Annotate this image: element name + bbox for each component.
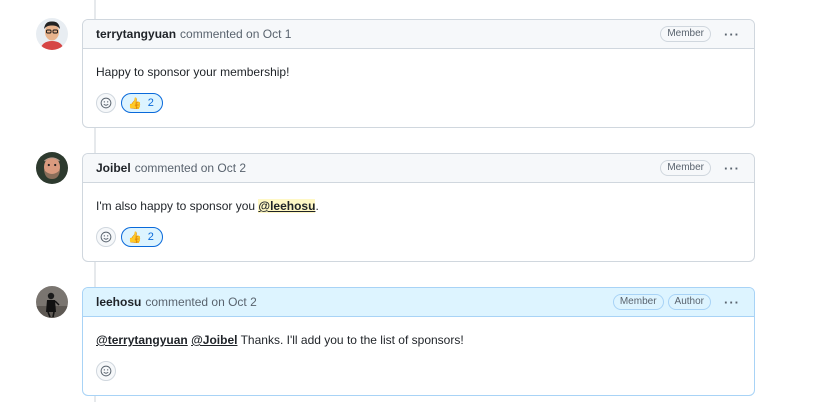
comment-text: I'm also happy to sponsor you @leehosu.	[96, 197, 741, 215]
reaction-count: 2	[147, 97, 154, 109]
comment-header: leehosu commented on Oct 2 Member Author…	[83, 288, 754, 317]
comment-date[interactable]: Oct 1	[263, 27, 292, 41]
comment-box: Joibel commented on Oct 2 Member ··· I'm…	[82, 153, 755, 262]
comment-text: Happy to sponsor your membership!	[96, 65, 290, 79]
comment-date[interactable]: Oct 2	[228, 295, 257, 309]
reaction-count: 2	[147, 231, 154, 243]
member-badge: Member	[660, 160, 711, 176]
add-reaction-button[interactable]	[96, 227, 116, 247]
comment-meta: commented on Oct 2	[145, 295, 256, 309]
comment-text-suffix: Thanks. I'll add you to the list of spon…	[240, 333, 464, 347]
add-reaction-button[interactable]	[96, 93, 116, 113]
thumbs-up-icon: 👍	[128, 231, 142, 244]
user-avatar-icon	[36, 286, 68, 318]
comment-action: commented on	[180, 27, 260, 41]
comment-date[interactable]: Oct 2	[217, 161, 246, 175]
user-avatar-icon	[36, 152, 68, 184]
member-badge: Member	[612, 294, 664, 310]
mention-link[interactable]: @terrytangyuan	[96, 333, 188, 347]
avatar[interactable]	[36, 286, 68, 318]
smiley-icon	[100, 97, 112, 109]
kebab-horizontal-icon[interactable]: ···	[719, 292, 745, 312]
comment-meta: commented on Oct 2	[135, 161, 246, 175]
avatar[interactable]	[36, 18, 68, 50]
mention-link[interactable]: @leehosu	[258, 199, 316, 213]
mention-link[interactable]: @Joibel	[191, 333, 237, 347]
smiley-icon	[100, 365, 112, 377]
reactions-bar	[96, 361, 741, 381]
comment-box: leehosu commented on Oct 2 Member Author…	[82, 287, 755, 396]
add-reaction-button[interactable]	[96, 361, 116, 381]
comment-author[interactable]: terrytangyuan	[96, 27, 176, 41]
author-badge: Author	[667, 294, 711, 310]
comment-author[interactable]: leehosu	[96, 295, 141, 309]
kebab-horizontal-icon[interactable]: ···	[719, 24, 745, 44]
comment-action: commented on	[134, 161, 215, 175]
member-badge: Member	[660, 26, 711, 42]
thumbs-up-icon: 👍	[128, 97, 142, 110]
comment-body: I'm also happy to sponsor you @leehosu. …	[83, 183, 754, 259]
comment-body: Happy to sponsor your membership! 👍 2	[83, 49, 754, 125]
user-avatar-icon	[36, 18, 68, 50]
comment-box: terrytangyuan commented on Oct 1 Member …	[82, 19, 755, 128]
comment-text-suffix: .	[315, 199, 319, 213]
avatar[interactable]	[36, 152, 68, 184]
reactions-bar: 👍 2	[96, 93, 741, 113]
thumbs-up-reaction-button[interactable]: 👍 2	[121, 227, 163, 247]
smiley-icon	[100, 231, 112, 243]
comment-action: commented on	[145, 295, 225, 309]
comment-meta: commented on Oct 1	[180, 27, 291, 41]
thumbs-up-reaction-button[interactable]: 👍 2	[121, 93, 163, 113]
comment-header: terrytangyuan commented on Oct 1 Member …	[83, 20, 754, 49]
kebab-horizontal-icon[interactable]: ···	[719, 158, 745, 178]
comment-text: @terrytangyuan @Joibel Thanks. I'll add …	[96, 331, 741, 349]
comment-body: @terrytangyuan @Joibel Thanks. I'll add …	[83, 317, 754, 393]
comment-header: Joibel commented on Oct 2 Member ···	[83, 154, 754, 183]
comment-author[interactable]: Joibel	[96, 161, 131, 175]
comment-text-prefix: I'm also happy to sponsor you	[96, 199, 256, 213]
reactions-bar: 👍 2	[96, 227, 741, 247]
